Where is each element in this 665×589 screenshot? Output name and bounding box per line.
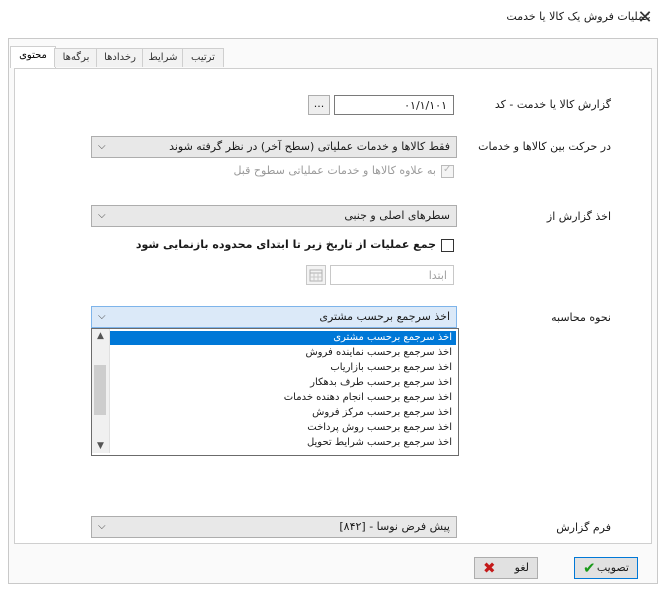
cancel-button-label: لغو	[514, 561, 529, 574]
window-title: عملیات فروش یک کالا یا خدمت	[506, 10, 651, 23]
report-from-label: اخذ گزارش از	[546, 210, 611, 223]
calc-method-value: اخذ سرجمع برحسب مشتری	[319, 310, 450, 323]
tab-order[interactable]: ترتیب	[182, 48, 224, 67]
chevron-down-icon: ⌵	[98, 210, 106, 221]
report-form-label: فرم گزارش	[556, 521, 611, 534]
dropdown-option[interactable]: اخذ سرجمع برحسب طرف بدهکار	[110, 376, 456, 390]
report-from-value: سطرهای اصلی و جنبی	[344, 209, 450, 222]
tab-sheets[interactable]: برگه‌ها	[54, 48, 98, 67]
dropdown-scrollbar[interactable]: ▲ ▼	[92, 329, 110, 453]
calc-method-dropdown-list[interactable]: ▲ ▼ اخذ سرجمع برحسب مشتری اخذ سرجمع برحس…	[91, 328, 459, 456]
dropdown-option[interactable]: اخذ سرجمع برحسب شرایط تحویل	[110, 436, 456, 450]
report-form-select[interactable]: پیش فرض نوسا - [۸۴۲] ⌵	[91, 516, 457, 538]
ok-button-label: تصویب	[596, 561, 629, 574]
scroll-thumb[interactable]	[94, 365, 106, 415]
report-code-label: گزارش کالا یا خدمت - کد	[494, 98, 611, 111]
dropdown-option[interactable]: اخذ سرجمع برحسب روش پرداخت	[110, 421, 456, 435]
movement-value: فقط کالاها و خدمات عملیاتی (سطح آخر) در …	[169, 140, 450, 153]
dropdown-option[interactable]: اخذ سرجمع برحسب مرکز فروش	[110, 406, 456, 420]
calc-method-label: نحوه محاسبه	[551, 311, 611, 324]
chevron-down-icon: ⌵	[98, 141, 106, 152]
scroll-up-icon[interactable]: ▲	[92, 331, 109, 341]
tab-conditions[interactable]: شرایط	[142, 48, 184, 67]
sum-ops-checkbox[interactable]	[441, 239, 454, 252]
tab-strip: محتوی برگه‌ها رخدادها شرایط ترتیب	[8, 46, 657, 68]
report-code-input[interactable]: ۰۱/۱/۱۰۱	[334, 95, 454, 115]
close-icon[interactable]: ✕	[634, 7, 656, 29]
sum-ops-label: جمع عملیات از تاریخ زیر تا ابتدای محدوده…	[135, 238, 436, 251]
chevron-down-icon: ⌵	[98, 521, 106, 532]
dropdown-option[interactable]: اخذ سرجمع برحسب انجام دهنده خدمات	[110, 391, 456, 405]
report-from-select[interactable]: سطرهای اصلی و جنبی ⌵	[91, 205, 457, 227]
movement-select[interactable]: فقط کالاها و خدمات عملیاتی (سطح آخر) در …	[91, 136, 457, 158]
checkmark-icon: ✔	[583, 559, 596, 577]
dropdown-option[interactable]: اخذ سرجمع برحسب نماینده فروش	[110, 346, 456, 360]
include-upper-label: به علاوه کالاها و خدمات عملیاتی سطوح قبل	[233, 164, 436, 177]
movement-label: در حرکت بین کالاها و خدمات	[478, 140, 611, 153]
cancel-button[interactable]: لغو ✖	[474, 557, 538, 579]
tab-events[interactable]: رخدادها	[96, 48, 144, 67]
calc-method-select[interactable]: اخذ سرجمع برحسب مشتری ⌵	[91, 306, 457, 328]
calendar-icon[interactable]	[306, 265, 326, 285]
start-date-input[interactable]: ابتدا	[330, 265, 454, 285]
report-form-value: پیش فرض نوسا - [۸۴۲]	[339, 520, 450, 533]
scroll-down-icon[interactable]: ▼	[92, 441, 109, 451]
dropdown-option[interactable]: اخذ سرجمع برحسب مشتری	[110, 331, 456, 345]
dropdown-option[interactable]: اخذ سرجمع برحسب بازاریاب	[110, 361, 456, 375]
cross-icon: ✖	[483, 559, 496, 577]
chevron-down-icon: ⌵	[98, 311, 106, 322]
ok-button[interactable]: تصویب ✔	[574, 557, 638, 579]
tab-content[interactable]: محتوی	[10, 46, 56, 68]
browse-button[interactable]: ...	[308, 95, 330, 115]
include-upper-checkbox[interactable]	[441, 164, 454, 178]
